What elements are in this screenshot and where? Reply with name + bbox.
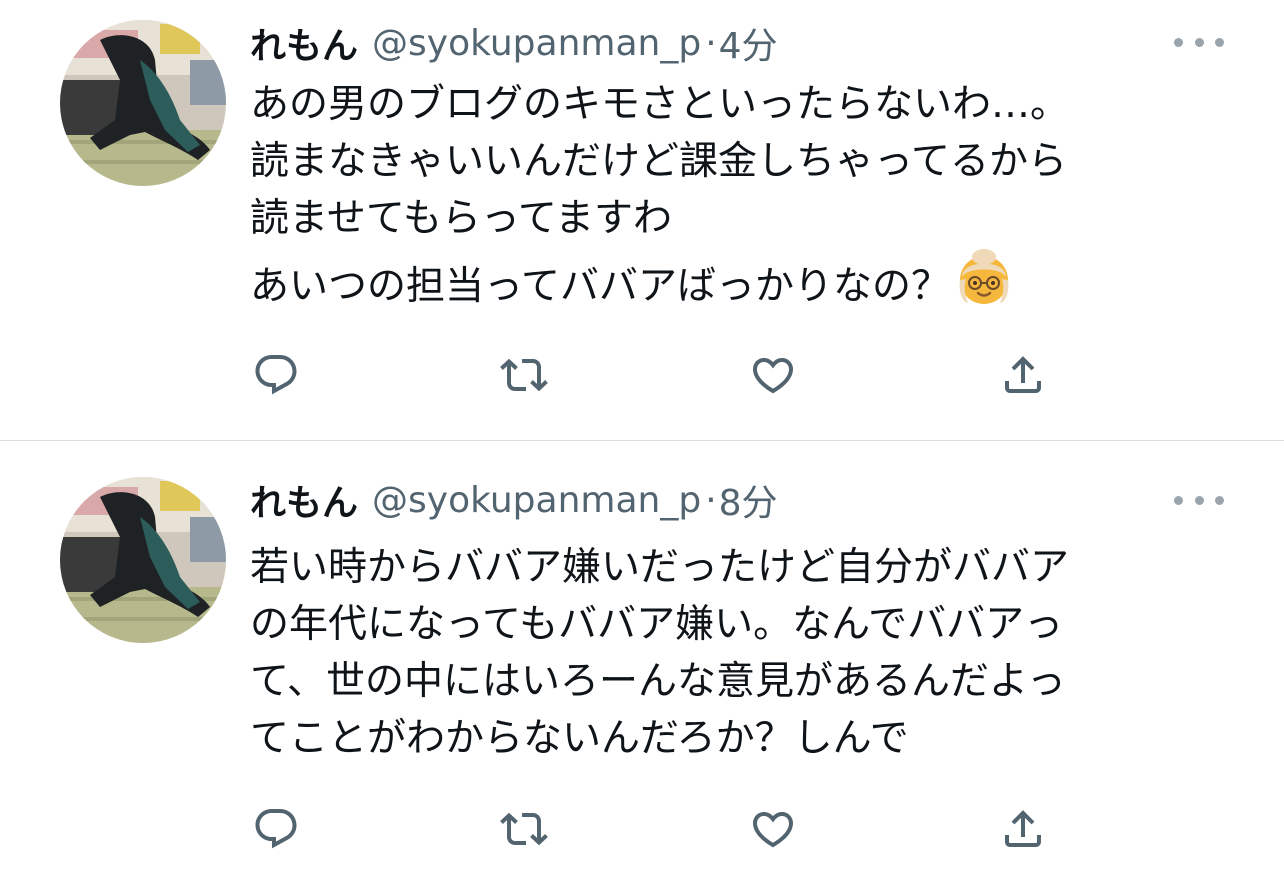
retweet-button[interactable]: [498, 350, 550, 400]
retweet-button[interactable]: [498, 804, 550, 854]
like-button[interactable]: [747, 804, 799, 854]
share-icon: [1005, 356, 1041, 393]
tweet[interactable]: れもん @syokupanman_p · 4分 あの男のブログのキモさといったら…: [0, 0, 1284, 440]
tweet-text: あの男のブログのキモさといったらないわ…。 読まなきゃいいんだけど課金しちゃって…: [250, 76, 1250, 323]
more-horizontal-icon[interactable]: [1174, 32, 1224, 52]
user-handle[interactable]: @syokupanman_p: [372, 23, 701, 64]
tweet-text: 若い時からババア嫌いだったけど自分がババア の年代になってもババア嫌い。なんでバ…: [250, 539, 1250, 767]
share-icon: [1005, 810, 1041, 847]
tweet-text-line: てことがわからないんだろか？しんで: [250, 716, 909, 761]
tweet-text-line: 若い時からババア嫌いだったけど自分がババア: [250, 545, 1070, 590]
older-woman-emoji: [954, 247, 1014, 323]
display-name[interactable]: れもん: [250, 17, 358, 69]
tweet-text-line: あの男のブログのキモさといったらないわ…。: [250, 82, 1070, 127]
tweet[interactable]: れもん @syokupanman_p · 8分 若い時からババア嫌いだったけど自…: [0, 441, 1284, 895]
tweet-text-line: 読ませてもらってますわ: [250, 196, 672, 241]
retweet-icon: [500, 358, 548, 392]
avatar[interactable]: [60, 20, 226, 186]
separator-dot: ·: [705, 479, 717, 521]
reply-button[interactable]: [250, 350, 302, 400]
tweet-text-line-last: あいつの担当ってババアばっかりなの？: [250, 247, 1250, 323]
tweet-actions: [250, 804, 1070, 854]
display-name[interactable]: れもん: [250, 474, 358, 526]
more-horizontal-icon[interactable]: [1174, 490, 1224, 510]
tweet-text-line: て、世の中にはいろーんな意見があるんだよっ: [250, 659, 1066, 704]
reply-icon: [255, 355, 297, 395]
tweet-text-line: の年代になってもババア嫌い。なんでババアっ: [250, 602, 1064, 647]
share-button[interactable]: [997, 804, 1049, 854]
tweet-header: れもん @syokupanman_p · 4分: [250, 18, 778, 68]
share-button[interactable]: [997, 350, 1049, 400]
tweet-feed: れもん @syokupanman_p · 4分 あの男のブログのキモさといったら…: [0, 0, 1284, 895]
user-handle[interactable]: @syokupanman_p: [372, 480, 701, 521]
reply-button[interactable]: [250, 804, 302, 854]
like-button[interactable]: [747, 350, 799, 400]
separator-dot: ·: [705, 22, 717, 64]
tweet-header: れもん @syokupanman_p · 8分: [250, 475, 778, 525]
avatar[interactable]: [60, 477, 226, 643]
timestamp[interactable]: 8分: [719, 474, 778, 526]
tweet-actions: [250, 350, 1070, 400]
retweet-icon: [500, 812, 548, 846]
reply-icon: [255, 809, 297, 849]
avatar-image: [60, 477, 226, 643]
timestamp[interactable]: 4分: [719, 17, 778, 69]
avatar-image: [60, 20, 226, 186]
heart-icon: [752, 358, 794, 394]
tweet-text-line: 読まなきゃいいんだけど課金しちゃってるから: [250, 139, 1068, 184]
heart-icon: [752, 812, 794, 848]
